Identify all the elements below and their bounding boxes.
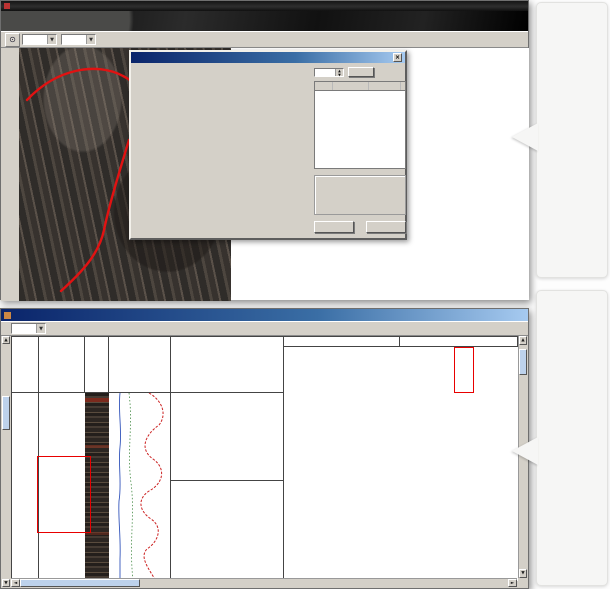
- result-table-header: [315, 82, 405, 91]
- curve-headers: [109, 336, 171, 393]
- dialog-panel: ▲▼: [314, 66, 406, 240]
- spinner-arrows-icon[interactable]: ▲▼: [335, 69, 343, 76]
- group-count-spinner[interactable]: ▲▼: [314, 68, 344, 77]
- log-header-band: [11, 336, 518, 393]
- col-index: [315, 82, 333, 90]
- description-paragraph: [171, 481, 283, 580]
- left-scrollbar[interactable]: ▲ ▼: [2, 336, 10, 587]
- zn-column-highlight: [454, 347, 474, 393]
- ok-button[interactable]: [314, 221, 354, 233]
- zoom-combo-value: [23, 35, 47, 44]
- core-red-band: [85, 445, 109, 448]
- dialog-titlebar[interactable]: ×: [131, 52, 405, 63]
- core-image-strip[interactable]: [85, 393, 109, 581]
- cancel-button[interactable]: [366, 221, 406, 233]
- log-curves: [109, 393, 171, 581]
- result-table[interactable]: [314, 81, 406, 169]
- app-icon: [4, 3, 10, 9]
- label-card-top[interactable]: [536, 2, 608, 278]
- chevron-down-icon[interactable]: ▼: [36, 324, 45, 333]
- depth-header: [11, 336, 39, 393]
- bottom-card-pointer: [512, 437, 538, 465]
- curve-track: [109, 393, 171, 581]
- top-toolbar: ⊙ ▼ ▼: [1, 31, 528, 48]
- description-column: [171, 393, 284, 581]
- occurrence-dialog: × ▲▼: [129, 50, 407, 240]
- top-card-pointer: [512, 123, 538, 151]
- top-window-titlebar[interactable]: [1, 1, 528, 11]
- bottom-window-titlebar[interactable]: [1, 309, 528, 321]
- description-header: [171, 336, 284, 393]
- bottom-window: ▼ ▲ ▼: [0, 308, 529, 589]
- log-data-area: [11, 393, 518, 581]
- analysis-group-header: [400, 336, 518, 347]
- scale-combo-value: [12, 324, 36, 333]
- top-window: ⊙ ▼ ▼ × ▲▼: [0, 0, 529, 300]
- page: ⊙ ▼ ▼ × ▲▼: [0, 0, 610, 589]
- borehole-combo[interactable]: ▼: [61, 34, 96, 45]
- search-icon[interactable]: ⊙: [5, 33, 20, 47]
- sampling-group-header: [284, 336, 400, 347]
- zoom-combo[interactable]: ▼: [22, 34, 57, 45]
- banner: [1, 11, 528, 31]
- lith-column-header: [39, 336, 85, 393]
- hscrollbar[interactable]: ◄ ►: [11, 578, 517, 587]
- stereonet-plot[interactable]: [133, 64, 313, 240]
- core-red-band: [85, 532, 109, 535]
- app-icon: [4, 312, 11, 319]
- chevron-down-icon[interactable]: ▼: [86, 35, 95, 44]
- col-dip-direction: [333, 82, 369, 90]
- close-icon[interactable]: ×: [393, 53, 402, 62]
- core-section-header: [85, 336, 109, 393]
- bottom-toolbar: ▼: [1, 321, 528, 336]
- depth-ruler: [11, 393, 39, 581]
- description-paragraph: [171, 393, 283, 481]
- group-button[interactable]: [348, 67, 374, 77]
- scale-combo[interactable]: ▼: [11, 323, 46, 334]
- core-red-band: [85, 398, 109, 402]
- col-dip-angle: [369, 82, 401, 90]
- borehole-combo-value: [62, 35, 86, 44]
- side-tool-strip: [1, 48, 19, 301]
- label-card-bottom[interactable]: [536, 290, 608, 586]
- chevron-down-icon[interactable]: ▼: [47, 35, 56, 44]
- query-groupbox: [314, 175, 406, 215]
- ore-interval-highlight: [37, 456, 91, 533]
